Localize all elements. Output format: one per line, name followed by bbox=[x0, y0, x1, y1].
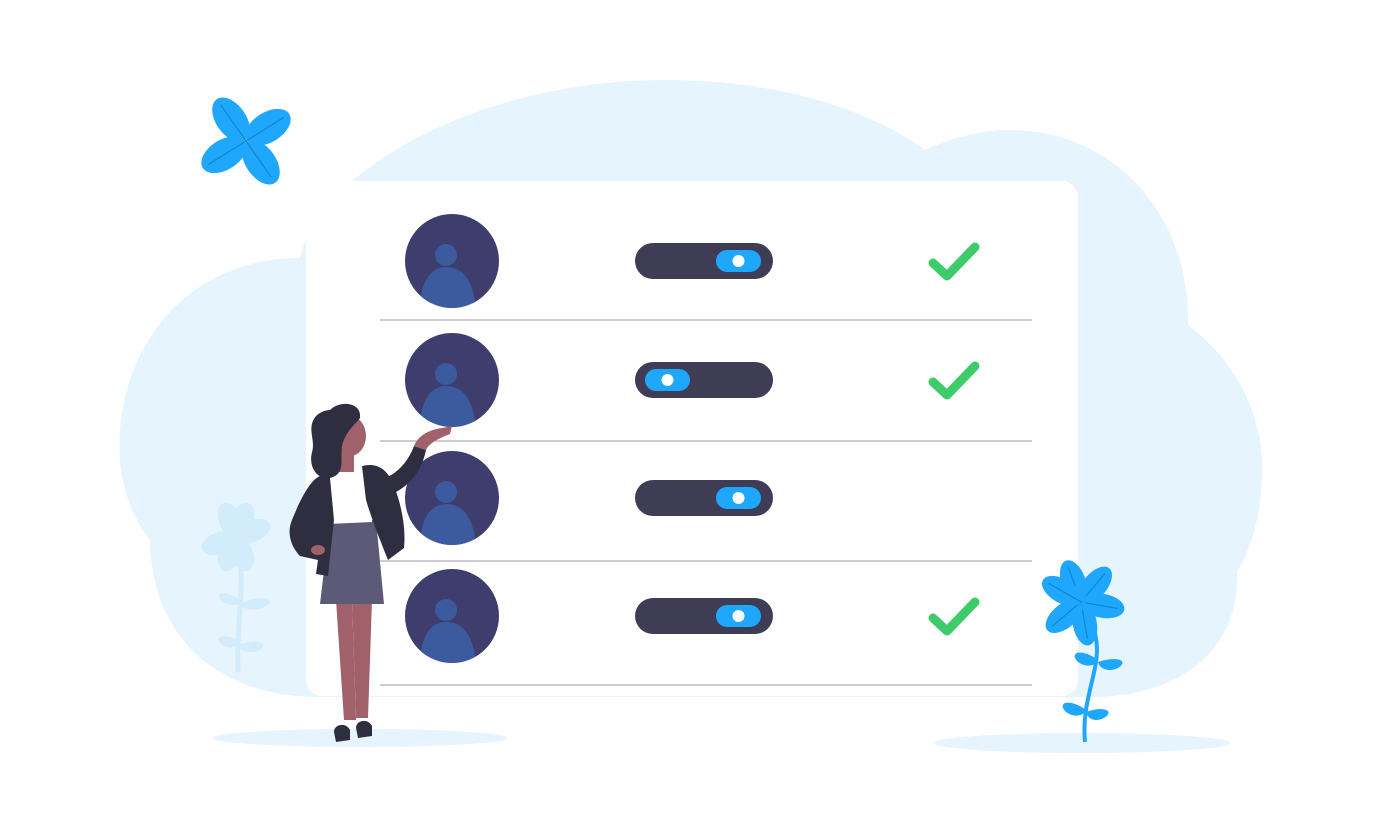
toggle-switch[interactable] bbox=[635, 362, 773, 398]
illustration bbox=[0, 0, 1384, 834]
scene-svg bbox=[119, 80, 1263, 753]
flower-icon bbox=[201, 97, 291, 185]
toggle-switch[interactable] bbox=[635, 480, 773, 516]
toggle-switch[interactable] bbox=[635, 243, 773, 279]
ground-shadow-right bbox=[934, 733, 1230, 753]
toggle-switch[interactable] bbox=[635, 598, 773, 634]
